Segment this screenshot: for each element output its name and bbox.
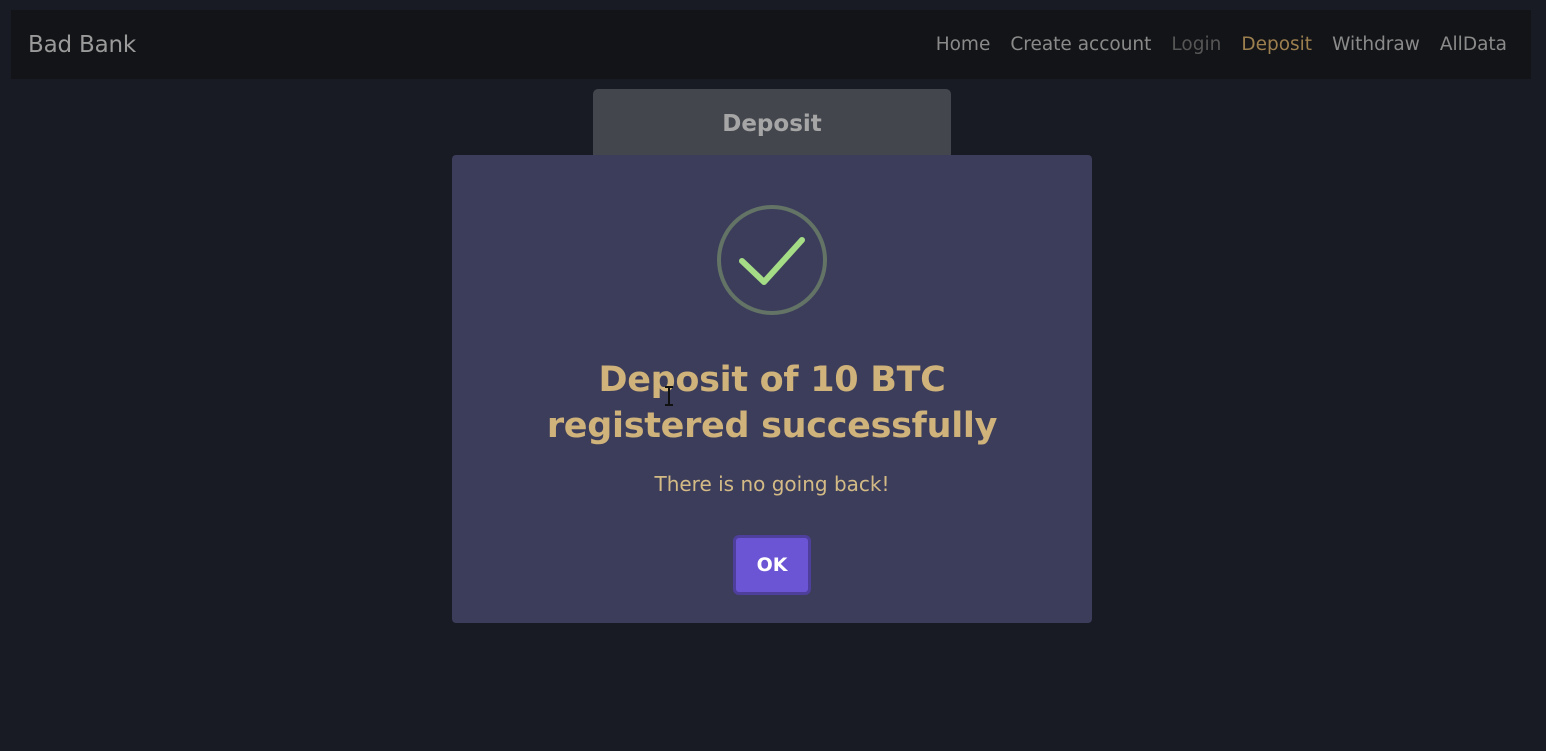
- text-cursor-icon: [665, 386, 673, 406]
- nav-links: Home Create account Login Deposit Withdr…: [936, 32, 1507, 58]
- brand-logo[interactable]: Bad Bank: [28, 30, 136, 60]
- nav-link-withdraw[interactable]: Withdraw: [1332, 32, 1420, 58]
- navbar: Bad Bank Home Create account Login Depos…: [11, 10, 1531, 79]
- nav-link-deposit[interactable]: Deposit: [1241, 32, 1312, 58]
- ok-button[interactable]: OK: [733, 535, 811, 595]
- deposit-card-title: Deposit: [722, 111, 822, 137]
- page: Bad Bank Home Create account Login Depos…: [0, 0, 1546, 751]
- nav-link-login[interactable]: Login: [1171, 32, 1221, 58]
- success-check-icon: [717, 205, 827, 315]
- nav-link-alldata[interactable]: AllData: [1440, 32, 1507, 58]
- success-modal: Deposit of 10 BTC registered successfull…: [452, 155, 1092, 623]
- nav-link-home[interactable]: Home: [936, 32, 991, 58]
- modal-message: There is no going back!: [654, 472, 890, 496]
- nav-link-create-account[interactable]: Create account: [1010, 32, 1151, 58]
- modal-title: Deposit of 10 BTC registered successfull…: [546, 360, 998, 446]
